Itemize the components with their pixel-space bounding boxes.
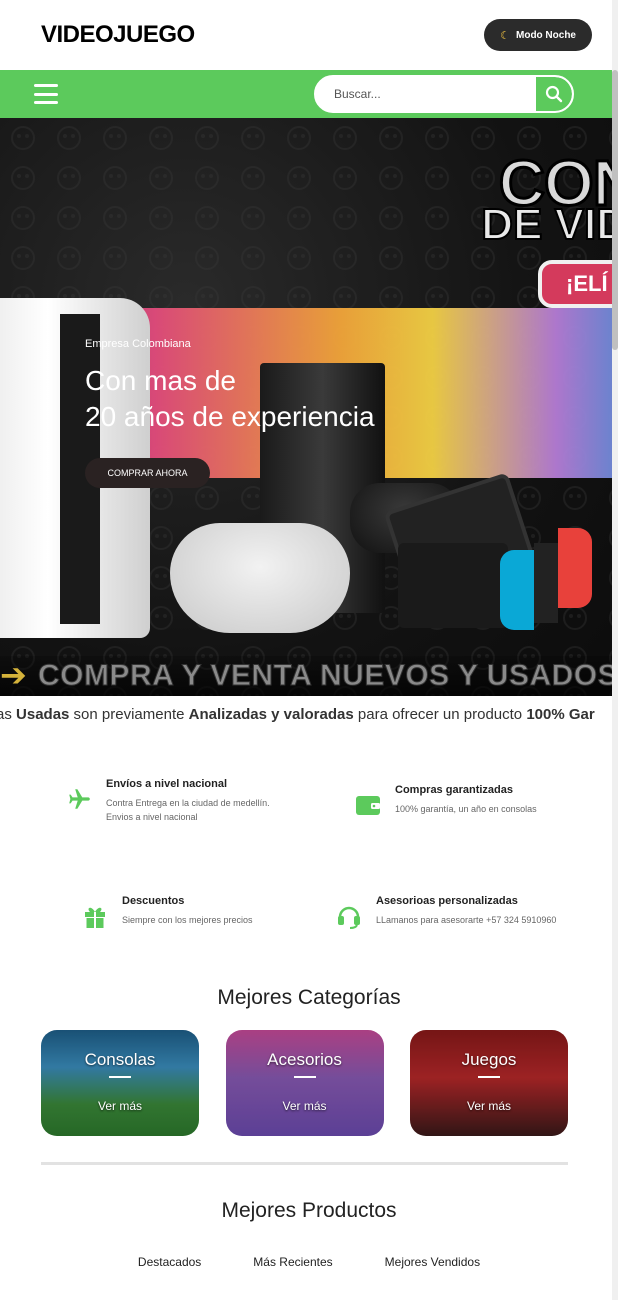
category-see-more-link[interactable]: Ver más <box>410 1099 568 1113</box>
feature-shipping-desc-2: Envios a nivel nacional <box>106 812 198 822</box>
category-overlay <box>41 1030 199 1136</box>
joycon-grip-image <box>534 543 558 623</box>
switch-dock-image <box>398 543 508 628</box>
search-bar <box>314 75 574 113</box>
search-icon <box>545 85 563 103</box>
categories-title: Mejores Categorías <box>217 986 401 1009</box>
category-divider <box>478 1076 500 1078</box>
feature-discounts: Descuentos Siempre con los mejores preci… <box>82 895 253 929</box>
category-divider <box>109 1076 131 1078</box>
feature-support-title: Asesorioas personalizadas <box>376 895 518 907</box>
joycon-blue-image <box>500 550 534 630</box>
moon-icon: ☾ <box>500 29 510 42</box>
page-scrollbar[interactable] <box>612 0 618 1300</box>
hero-title-line-1: Con mas de <box>85 365 236 396</box>
feature-shipping-desc-1: Contra Entrega en la ciudad de medellín. <box>106 798 270 808</box>
search-button[interactable] <box>536 77 572 111</box>
category-card-juegos[interactable]: Juegos Ver más <box>410 1030 568 1136</box>
dualsense-controller-image <box>170 523 350 633</box>
features-section: Envíos a nivel nacional Contra Entrega e… <box>0 734 618 974</box>
category-overlay <box>225 1030 384 1136</box>
tab-mas-recientes[interactable]: Más Recientes <box>253 1255 332 1269</box>
hero-info-strip: as Usadas son previamente Analizadas y v… <box>0 696 618 734</box>
category-name: Acesorios <box>267 1050 342 1069</box>
headset-icon <box>336 903 362 929</box>
hero-bg-text-2: DE VID <box>480 199 618 250</box>
hero-banner-text: COMPRA Y VENTA NUEVOS Y USADOS <box>37 659 618 693</box>
arrow-right-icon: ➔ <box>0 657 27 693</box>
hero-info-strip-text: as Usadas son previamente Analizadas y v… <box>0 706 595 723</box>
category-see-more-link[interactable]: Ver más <box>226 1099 384 1113</box>
main-navbar <box>0 70 618 118</box>
category-divider <box>293 1076 316 1078</box>
products-section: Mejores Productos Destacados Más Recient… <box>0 1199 618 1269</box>
buy-now-button[interactable]: COMPRAR AHORA <box>85 458 210 488</box>
category-list: Consolas Ver más Acesorios Ver más Juego… <box>0 1030 618 1136</box>
tab-mejores-vendidos[interactable]: Mejores Vendidos <box>385 1255 480 1269</box>
site-logo[interactable]: VIDEOJUEGO <box>41 21 195 49</box>
feature-guarantee-desc: 100% garantía, un año en consolas <box>395 804 537 814</box>
hero-subtitle: Empresa Colombiana <box>85 338 191 350</box>
hero-bg-pill: ¡ELÍ <box>538 260 618 308</box>
plane-icon <box>66 786 92 812</box>
gift-icon <box>82 903 108 929</box>
feature-discounts-title: Descuentos <box>122 895 185 907</box>
category-name: Juegos <box>461 1050 517 1069</box>
feature-shipping: Envíos a nivel nacional Contra Entrega e… <box>66 778 270 824</box>
category-see-more-link[interactable]: Ver más <box>41 1099 199 1113</box>
scrollbar-thumb[interactable] <box>612 70 618 350</box>
joycon-red-image <box>558 528 592 608</box>
tab-destacados[interactable]: Destacados <box>138 1255 201 1269</box>
category-name: Consolas <box>84 1050 156 1069</box>
feature-guarantee: Compras garantizadas 100% garantía, un a… <box>355 784 537 818</box>
product-tabs: Destacados Más Recientes Mejores Vendido… <box>0 1255 618 1269</box>
hero-title-line-2: 20 años de experiencia <box>85 401 375 432</box>
feature-discounts-desc: Siempre con los mejores precios <box>122 915 253 925</box>
feature-support: Asesorioas personalizadas LLamanos para … <box>336 895 556 929</box>
category-card-consolas[interactable]: Consolas Ver más <box>41 1030 199 1136</box>
hero-banner: CON DE VID ¡ELÍ Empresa Colombiana Con m… <box>0 118 618 734</box>
section-divider <box>41 1162 568 1165</box>
feature-guarantee-title: Compras garantizadas <box>395 784 513 796</box>
top-header: VIDEOJUEGO ☾ Modo Noche <box>0 0 618 70</box>
category-overlay <box>410 1030 568 1136</box>
feature-support-desc: LLamanos para asesorarte +57 324 5910960 <box>376 915 557 925</box>
night-mode-label: Modo Noche <box>516 29 576 41</box>
search-input[interactable] <box>316 77 536 111</box>
night-mode-button[interactable]: ☾ Modo Noche <box>484 19 592 51</box>
products-title: Mejores Productos <box>221 1199 397 1222</box>
hero-title: Con mas de 20 años de experiencia <box>85 363 375 435</box>
hamburger-menu-icon[interactable] <box>34 84 58 104</box>
feature-shipping-title: Envíos a nivel nacional <box>106 778 228 790</box>
hero-bg-pill-text: ¡ELÍ <box>566 271 608 296</box>
wallet-icon <box>355 792 381 818</box>
categories-section: Mejores Categorías Consolas Ver más Aces… <box>0 986 618 1165</box>
category-card-acesorios[interactable]: Acesorios Ver más <box>225 1030 384 1136</box>
